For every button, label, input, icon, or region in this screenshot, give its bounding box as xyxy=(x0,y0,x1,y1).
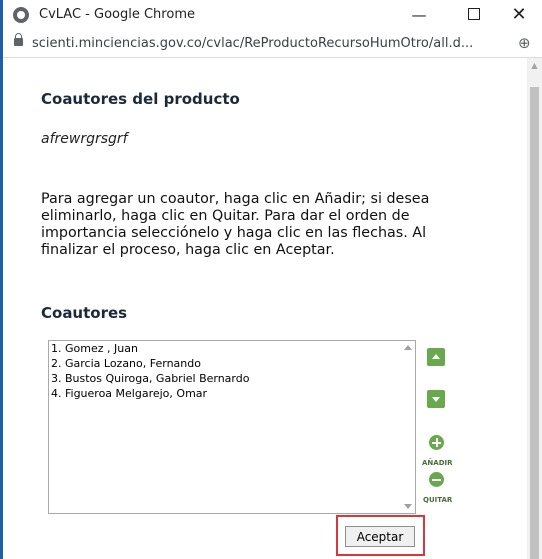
lock-icon[interactable] xyxy=(14,33,23,46)
page-title: Coautores del producto xyxy=(41,90,240,108)
move-up-button[interactable] xyxy=(427,348,445,366)
chrome-popup-window: CvLAC - Google Chrome — ✕ scienti.mincie… xyxy=(0,0,542,559)
coauthors-heading: Coautores xyxy=(41,304,128,322)
list-item[interactable]: 2. Garcia Lozano, Fernando xyxy=(49,356,415,371)
coauthors-listbox[interactable]: 1. Gomez , Juan 2. Garcia Lozano, Fernan… xyxy=(48,340,416,514)
scroll-thumb[interactable] xyxy=(530,87,539,559)
window-title: CvLAC - Google Chrome xyxy=(39,7,195,22)
add-icon[interactable] xyxy=(429,435,444,450)
page-scrollbar[interactable]: ▲ xyxy=(527,58,542,559)
maximize-button[interactable] xyxy=(451,0,497,30)
close-button[interactable]: ✕ xyxy=(496,0,542,30)
chrome-icon xyxy=(13,7,29,23)
url-text[interactable]: scienti.minciencias.gov.co/cvlac/ReProdu… xyxy=(32,36,473,51)
add-coauthor-button[interactable]: AÑADIR xyxy=(422,459,453,467)
scroll-up-icon[interactable]: ▲ xyxy=(527,58,542,73)
remove-coauthor-button[interactable]: QUITAR xyxy=(423,496,452,504)
listbox-scrollbar[interactable] xyxy=(400,341,415,513)
product-title: afrewrgrsgrf xyxy=(41,131,128,147)
list-item[interactable]: 4. Figueroa Melgarejo, Omar xyxy=(49,386,415,401)
maximize-icon xyxy=(468,8,480,20)
page-content: Coautores del producto afrewrgrsgrf Para… xyxy=(3,58,527,559)
list-item[interactable]: 1. Gomez , Juan xyxy=(49,341,415,356)
remove-icon[interactable] xyxy=(429,472,444,487)
scroll-up-arrow-icon[interactable] xyxy=(404,345,412,350)
zoom-icon[interactable]: ⊕ xyxy=(518,34,531,52)
address-bar[interactable]: scienti.minciencias.gov.co/cvlac/ReProdu… xyxy=(3,30,542,58)
move-down-button[interactable] xyxy=(427,390,445,408)
instructions-text: Para agregar un coautor, haga clic en Añ… xyxy=(41,191,430,258)
accept-button[interactable]: Aceptar xyxy=(345,526,415,547)
title-bar[interactable]: CvLAC - Google Chrome — ✕ xyxy=(3,0,542,30)
minimize-button[interactable]: — xyxy=(396,0,442,30)
list-item[interactable]: 3. Bustos Quiroga, Gabriel Bernardo xyxy=(49,371,415,386)
scroll-down-arrow-icon[interactable] xyxy=(404,504,412,509)
